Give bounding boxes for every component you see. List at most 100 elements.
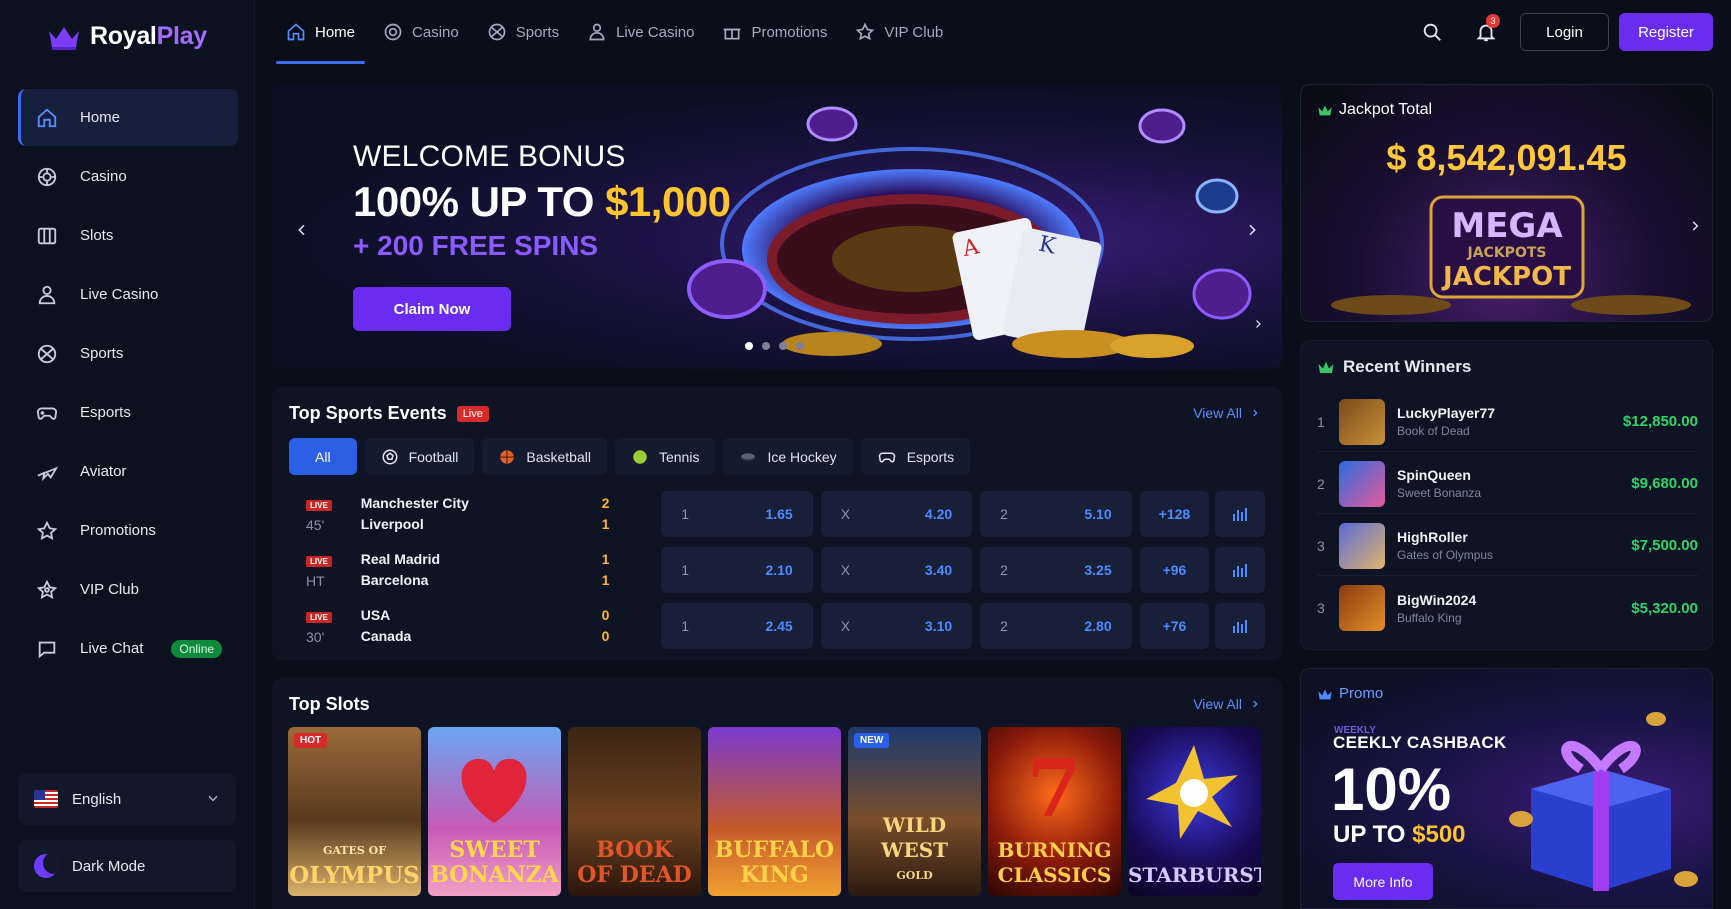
- odds-draw-button[interactable]: X 3.10: [820, 603, 973, 649]
- odds-home-button[interactable]: 1 2.10: [661, 547, 813, 593]
- hero-dot[interactable]: [796, 342, 804, 350]
- hero-dot[interactable]: [762, 342, 770, 350]
- tab-sports[interactable]: Sports: [473, 0, 573, 64]
- slot-card-gates-of-olympus[interactable]: HOT GATES OF OLYMPUS: [288, 727, 421, 896]
- slots-icon: [34, 223, 60, 249]
- basketball-icon: [498, 448, 516, 466]
- heart-icon: [461, 758, 527, 823]
- sidebar-item-sports[interactable]: Sports: [18, 325, 238, 382]
- odds-away-button[interactable]: 2 2.80: [980, 603, 1132, 649]
- gift-icon: [722, 22, 742, 42]
- slot-card-sweet-bonanza[interactable]: SWEET BONANZA: [428, 727, 561, 896]
- filter-esports[interactable]: Esports: [860, 438, 971, 475]
- notifications-button[interactable]: 3: [1466, 13, 1506, 51]
- slot-card-book-of-dead[interactable]: BOOK OF DEAD: [568, 727, 701, 896]
- match-status: LIVE HT: [289, 551, 361, 589]
- stats-button[interactable]: [1215, 603, 1266, 649]
- brand-logo[interactable]: RoyalPlay: [46, 22, 207, 51]
- crown-icon: [855, 22, 875, 42]
- tab-home[interactable]: Home: [272, 0, 369, 64]
- game-thumbnail: [1339, 585, 1385, 631]
- winner-info: BigWin2024 Buffalo King: [1397, 592, 1476, 625]
- language-select[interactable]: English: [18, 773, 236, 825]
- sidebar-item-slots[interactable]: Slots: [18, 207, 238, 264]
- odds-home-button[interactable]: 1 2.45: [661, 603, 813, 649]
- odds-home-button[interactable]: 1 1.65: [661, 491, 813, 537]
- winner-amount: $7,500.00: [1631, 537, 1698, 554]
- winner-row[interactable]: 1 LuckyPlayer77 Book of Dead $12,850.00: [1317, 392, 1698, 452]
- tab-vip-club[interactable]: VIP Club: [841, 0, 957, 64]
- match-teams[interactable]: Manchester City Liverpool: [361, 493, 588, 535]
- chevron-right-icon: [1250, 699, 1260, 709]
- slot-card-burning-classics[interactable]: 7 BURNING CLASSICS: [988, 727, 1121, 896]
- match-teams[interactable]: Real Madrid Barcelona: [361, 549, 588, 591]
- winner-row[interactable]: 3 HighRoller Gates of Olympus $7,500.00: [1317, 516, 1698, 576]
- bar-chart-icon: [1232, 619, 1248, 633]
- chevron-right-icon[interactable]: [1688, 219, 1702, 233]
- winner-game: Buffalo King: [1397, 610, 1462, 625]
- filter-all[interactable]: All: [289, 438, 357, 475]
- chevron-right-icon: [1244, 222, 1260, 238]
- hero-next-small-button[interactable]: [1246, 312, 1270, 336]
- register-button[interactable]: Register: [1619, 13, 1713, 51]
- filter-tennis[interactable]: Tennis: [614, 438, 716, 475]
- winner-row[interactable]: 2 SpinQueen Sweet Bonanza $9,680.00: [1317, 454, 1698, 514]
- login-button[interactable]: Login: [1520, 13, 1609, 51]
- stats-button[interactable]: [1215, 547, 1266, 593]
- hero-next-button[interactable]: [1234, 212, 1270, 248]
- winner-row[interactable]: 3 BigWin2024 Buffalo King $5,320.00: [1317, 578, 1698, 638]
- odds-draw-button[interactable]: X 3.40: [820, 547, 973, 593]
- sidebar-item-casino[interactable]: Casino: [18, 148, 238, 205]
- sidebar-item-home[interactable]: Home: [18, 89, 238, 146]
- more-info-button[interactable]: More Info: [1333, 863, 1433, 900]
- sidebar-item-live-chat[interactable]: Live Chat Online: [18, 620, 238, 677]
- odds-draw-button[interactable]: X 4.20: [820, 491, 973, 537]
- match-time: HT: [306, 573, 325, 589]
- hero-prev-button[interactable]: [284, 212, 320, 248]
- slot-card-starburst[interactable]: STARBURST: [1128, 727, 1261, 896]
- away-team: Liverpool: [360, 516, 424, 532]
- filter-basketball[interactable]: Basketball: [482, 438, 607, 475]
- hero-dot[interactable]: [779, 342, 787, 350]
- match-teams[interactable]: USA Canada: [361, 605, 588, 647]
- sidebar-item-aviator[interactable]: Aviator: [18, 443, 238, 500]
- sidebar-item-promotions[interactable]: Promotions: [18, 502, 238, 559]
- tab-live-casino[interactable]: Live Casino: [573, 0, 708, 64]
- more-markets-button[interactable]: +128: [1139, 491, 1210, 537]
- dark-mode-label: Dark Mode: [72, 857, 146, 875]
- more-markets-button[interactable]: +96: [1139, 547, 1210, 593]
- notification-count-badge: 3: [1486, 14, 1500, 28]
- odds-away-button[interactable]: 2 5.10: [980, 491, 1132, 537]
- sidebar-item-label: Aviator: [80, 463, 127, 480]
- view-all-link[interactable]: View All: [1193, 405, 1260, 421]
- star-gem-icon: [1146, 745, 1238, 839]
- sidebar-item-esports[interactable]: Esports: [18, 384, 238, 441]
- claim-now-button[interactable]: Claim Now: [353, 287, 511, 331]
- home-team: Real Madrid: [360, 551, 441, 567]
- odds-away-button[interactable]: 2 3.25: [980, 547, 1132, 593]
- tab-label: Casino: [412, 23, 459, 41]
- more-markets-button[interactable]: +76: [1139, 603, 1210, 649]
- jackpot-label: Jackpot Total: [1317, 101, 1432, 119]
- search-button[interactable]: [1412, 13, 1452, 51]
- stats-button[interactable]: [1215, 491, 1266, 537]
- slot-title: BUFFALO KING: [714, 837, 835, 888]
- sidebar-item-vip-club[interactable]: VIP Club: [18, 561, 238, 618]
- slot-card-buffalo-king[interactable]: BUFFALO KING: [708, 727, 841, 896]
- tab-promotions[interactable]: Promotions: [708, 0, 841, 64]
- filter-football[interactable]: Football: [364, 438, 475, 475]
- mega-jackpot-logo: MEGA JACKPOTS JACKPOT: [1331, 195, 1691, 315]
- view-all-link[interactable]: View All: [1193, 696, 1260, 712]
- slot-card-wild-west-gold[interactable]: NEW WILD WEST GOLD: [848, 727, 981, 896]
- filter-ice-hockey[interactable]: Ice Hockey: [723, 438, 853, 475]
- jackpot-card[interactable]: Jackpot Total $ 8,542,091.45 MEGA JACKPO…: [1300, 84, 1713, 322]
- gift-box-icon: [1509, 712, 1698, 891]
- dark-mode-toggle[interactable]: Dark Mode: [18, 840, 236, 892]
- sidebar-item-label: Esports: [80, 404, 131, 421]
- moon-icon: [34, 854, 58, 878]
- hero-dot[interactable]: [745, 342, 753, 350]
- tab-casino[interactable]: Casino: [369, 0, 473, 64]
- casino-chip-icon: [34, 164, 60, 190]
- sidebar-item-live-casino[interactable]: Live Casino: [18, 266, 238, 323]
- top-nav: Home Casino Sports Live Casino Promotion…: [272, 0, 957, 64]
